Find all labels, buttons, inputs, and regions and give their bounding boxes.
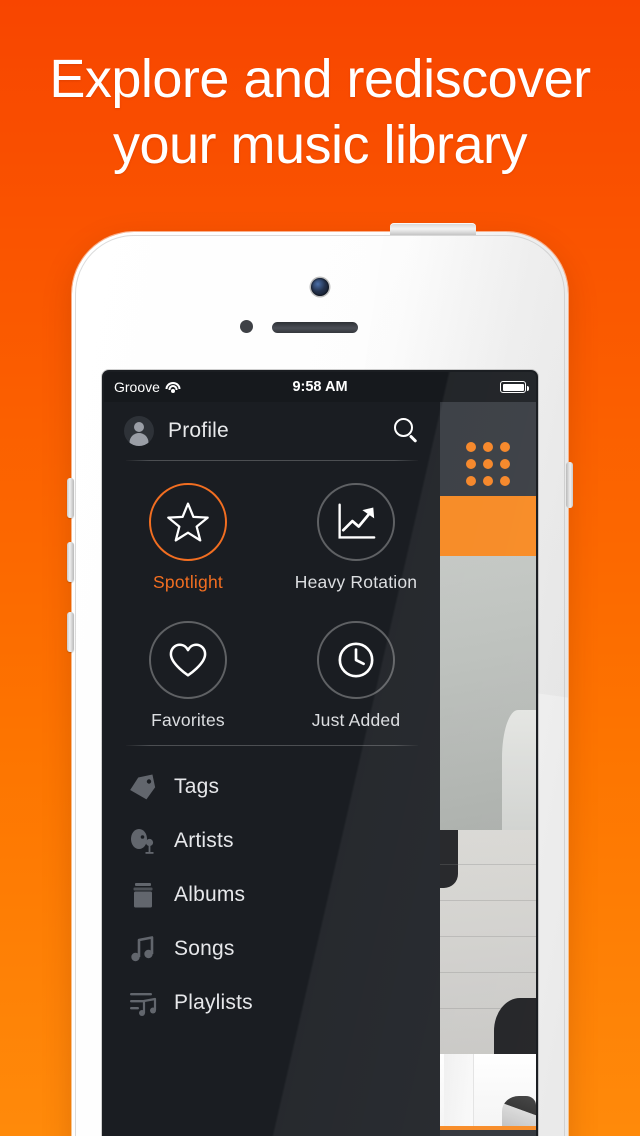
- category-favorites[interactable]: Favorites: [104, 621, 272, 731]
- album-art-tile-orange[interactable]: [440, 496, 536, 556]
- phone-mockup: Groove 9:58 AM Profile Spotlight Heavy R…: [67, 223, 573, 1136]
- album-art-tile-2[interactable]: [440, 830, 536, 1054]
- page-headline: Explore and rediscover your music librar…: [0, 46, 640, 178]
- menu-item-tags[interactable]: Tags: [104, 760, 440, 814]
- category-heavy-rotation[interactable]: Heavy Rotation: [272, 483, 440, 593]
- menu-item-label: Albums: [174, 883, 246, 906]
- spotlight-circle: [149, 483, 227, 561]
- menu-list: Tags Artists Albums Songs Playlists: [104, 746, 440, 1030]
- menu-item-label: Songs: [174, 937, 235, 960]
- heart-icon: [169, 643, 207, 677]
- artist-microphone-icon: [124, 827, 162, 855]
- profile-label: Profile: [168, 419, 229, 442]
- search-icon[interactable]: [394, 418, 420, 444]
- category-grid: Spotlight Heavy Rotation Favorites Just …: [104, 461, 440, 745]
- menu-item-playlists[interactable]: Playlists: [104, 976, 440, 1030]
- music-note-icon: [124, 935, 162, 963]
- playlist-icon: [124, 989, 162, 1017]
- category-label: Heavy Rotation: [294, 572, 418, 592]
- category-row-2: Favorites Just Added: [104, 621, 440, 731]
- proximity-sensor-icon: [240, 320, 253, 333]
- clock-icon: [338, 642, 374, 678]
- category-label: Favorites: [151, 710, 225, 730]
- headline-line-2: your music library: [112, 115, 528, 175]
- favorites-circle: [149, 621, 227, 699]
- sim-tray: [566, 462, 573, 508]
- battery-icon: [500, 381, 529, 393]
- status-bar-right: [500, 381, 529, 393]
- category-spotlight[interactable]: Spotlight: [104, 483, 272, 593]
- albums-icon: [124, 881, 162, 909]
- just-added-circle: [317, 621, 395, 699]
- avatar-icon: [124, 416, 154, 446]
- earpiece-speaker: [272, 322, 358, 333]
- power-button[interactable]: [390, 223, 476, 235]
- nine-dot-grid-icon[interactable]: [440, 432, 536, 496]
- status-bar-clock: 9:58 AM: [292, 379, 348, 395]
- heavy-rotation-circle: [317, 483, 395, 561]
- screen-content: Profile Spotlight Heavy Rotation Favorit…: [104, 402, 536, 1136]
- trending-up-icon: [338, 503, 376, 539]
- album-art-tile-3[interactable]: [440, 1054, 536, 1126]
- category-label: Spotlight: [153, 572, 223, 592]
- silent-switch[interactable]: [67, 478, 74, 518]
- front-camera-icon: [311, 278, 329, 296]
- album-art-rail: [440, 402, 536, 1136]
- menu-item-label: Artists: [174, 829, 234, 852]
- mini-player: [440, 1130, 536, 1136]
- category-row-1: Spotlight Heavy Rotation: [104, 483, 440, 593]
- rail-status-backdrop: [440, 402, 536, 432]
- menu-item-artists[interactable]: Artists: [104, 814, 440, 868]
- menu-item-songs[interactable]: Songs: [104, 922, 440, 976]
- phone-screen: Groove 9:58 AM Profile Spotlight Heavy R…: [104, 372, 536, 1136]
- navigation-menu: Profile Spotlight Heavy Rotation Favorit…: [104, 402, 440, 1136]
- star-icon: [167, 502, 209, 542]
- menu-item-albums[interactable]: Albums: [104, 868, 440, 922]
- category-just-added[interactable]: Just Added: [272, 621, 440, 731]
- menu-item-label: Tags: [174, 775, 220, 798]
- headline-line-1: Explore and rediscover: [49, 49, 591, 109]
- tag-icon: [124, 774, 162, 800]
- status-bar: Groove 9:58 AM: [104, 372, 536, 402]
- category-label: Just Added: [311, 710, 401, 730]
- menu-item-label: Playlists: [174, 991, 253, 1014]
- album-art-tile-1[interactable]: [440, 556, 536, 830]
- volume-up-button[interactable]: [67, 542, 74, 582]
- volume-down-button[interactable]: [67, 612, 74, 652]
- profile-row[interactable]: Profile: [104, 402, 440, 460]
